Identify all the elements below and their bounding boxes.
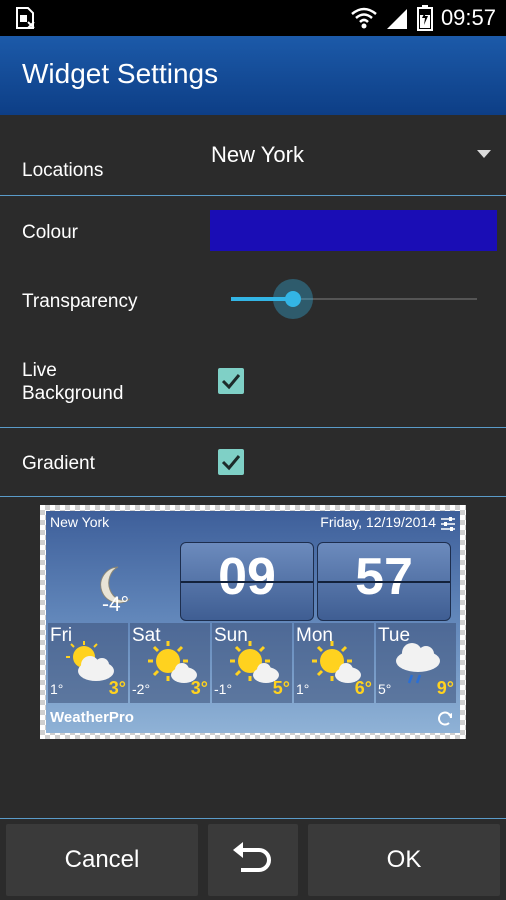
ok-button-label: OK <box>386 846 422 873</box>
clock-hours: 09 <box>218 548 276 606</box>
forecast-low: 1° <box>50 681 64 697</box>
signal-icon <box>386 9 407 29</box>
locations-label: Locations <box>22 160 104 181</box>
page-title: Widget Settings <box>22 58 219 89</box>
widget-brand: WeatherPro <box>50 709 134 726</box>
forecast-high: 9° <box>436 678 454 698</box>
forecast-day: Sun -1° 5° <box>212 623 292 703</box>
dropdown-arrow-icon[interactable] <box>477 150 491 158</box>
widget-preview: New York Friday, 12/19/2014 -4° 09 57 Fr… <box>40 505 466 739</box>
forecast-day: Fri 1° 3° <box>48 623 128 703</box>
forecast-low: -1° <box>214 681 233 697</box>
sim-card-icon <box>16 7 35 29</box>
current-temperature: -4° <box>102 593 130 616</box>
divider <box>0 195 506 196</box>
forecast-low: -2° <box>132 681 151 697</box>
settings-sliders-icon <box>441 517 455 531</box>
clock-hours-card: 09 <box>180 542 314 621</box>
forecast-high: 5° <box>272 678 290 698</box>
wifi-icon <box>351 7 377 29</box>
forecast-high: 3° <box>108 678 126 698</box>
undo-button[interactable] <box>208 824 298 896</box>
flip-seam <box>181 581 313 583</box>
cancel-button-label: Cancel <box>64 846 140 873</box>
forecast-high: 3° <box>190 678 208 698</box>
weather-widget: New York Friday, 12/19/2014 -4° 09 57 Fr… <box>46 511 460 733</box>
divider <box>0 496 506 497</box>
app-bar: Widget Settings <box>0 36 506 115</box>
colour-swatch[interactable] <box>210 210 497 251</box>
locations-dropdown[interactable]: New York <box>211 142 304 168</box>
forecast-low: 1° <box>296 681 310 697</box>
colour-label: Colour <box>22 222 78 243</box>
undo-icon <box>233 842 271 872</box>
checkmark-icon <box>221 374 241 390</box>
forecast-high: 6° <box>354 678 372 698</box>
forecast-day: Mon 1° 6° <box>294 623 374 703</box>
battery-icon <box>416 5 433 31</box>
divider <box>0 427 506 428</box>
gradient-checkbox[interactable] <box>218 449 244 475</box>
ok-button[interactable]: OK <box>308 824 500 896</box>
live-background-label-line1: Live <box>22 360 57 381</box>
widget-location: New York <box>50 514 110 530</box>
gradient-label: Gradient <box>22 453 95 474</box>
forecast-day: Tue 5° 9° <box>376 623 456 703</box>
live-background-checkbox[interactable] <box>218 368 244 394</box>
status-bar: 09:57 <box>0 0 506 36</box>
forecast-low: 5° <box>378 681 392 697</box>
flip-seam <box>318 581 450 583</box>
live-background-label-line2: Background <box>22 383 124 404</box>
transparency-slider-thumb[interactable] <box>284 291 301 307</box>
live-background-label: Live Background <box>22 359 123 405</box>
widget-date: Friday, 12/19/2014 <box>320 514 436 530</box>
status-time: 09:57 <box>440 5 496 30</box>
clock-minutes: 57 <box>355 548 413 606</box>
refresh-icon <box>438 711 452 726</box>
checkmark-icon <box>221 455 241 471</box>
transparency-label: Transparency <box>22 291 138 312</box>
clock-minutes-card: 57 <box>317 542 451 621</box>
cancel-button[interactable]: Cancel <box>6 824 198 896</box>
forecast-day: Sat -2° 3° <box>130 623 210 703</box>
